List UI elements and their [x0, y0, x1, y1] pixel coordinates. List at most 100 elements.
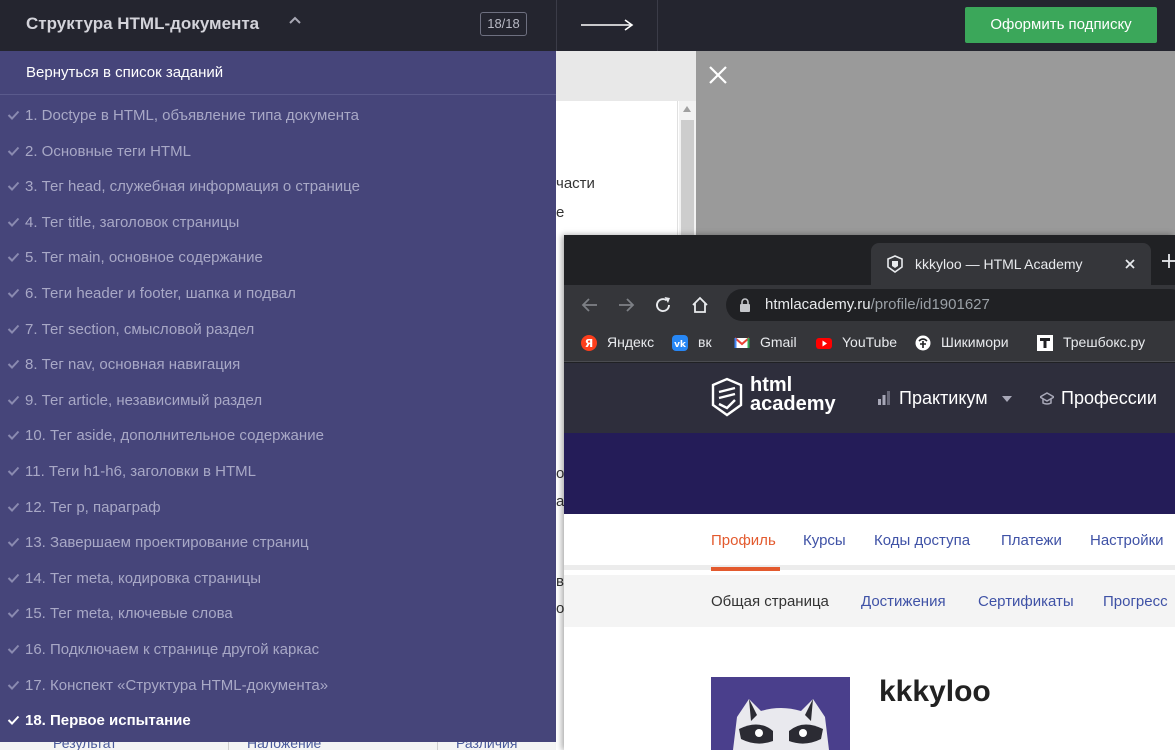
address-bar[interactable]: htmlacademy.ru/profile/id1901627 — [726, 289, 1175, 321]
tab-profile[interactable]: Профиль — [711, 532, 776, 549]
bookmark-label: Трешбокс.ру — [1063, 334, 1146, 350]
task-label: 3. Тег head, служебная информация о стра… — [25, 178, 360, 196]
back-icon[interactable] — [580, 295, 600, 315]
task-label: 1. Doctype в HTML, объявление типа докум… — [25, 107, 360, 124]
close-tab-icon[interactable] — [1123, 257, 1137, 271]
gmail-icon — [734, 337, 750, 348]
hero-banner — [564, 433, 1175, 514]
divider — [0, 94, 556, 95]
logo-line: academy — [750, 393, 836, 415]
progress-counter: 18/18 — [480, 12, 527, 36]
task-item[interactable]: 5. Тег main, основное содержание — [0, 244, 556, 274]
forward-icon[interactable] — [616, 295, 636, 315]
task-item[interactable]: 9. Тег article, независимый раздел — [0, 387, 556, 417]
subscribe-button[interactable]: Оформить подписку — [965, 7, 1157, 43]
subtab-certificates[interactable]: Сертификаты — [978, 593, 1074, 610]
scroll-up-icon[interactable] — [683, 106, 691, 112]
subtab-progress[interactable]: Прогресс — [1103, 593, 1168, 610]
bookmark-label: Gmail — [760, 334, 797, 350]
checkmark-icon — [7, 288, 20, 298]
task-item[interactable]: 18. Первое испытание — [0, 707, 556, 737]
checkmark-icon — [7, 395, 20, 405]
task-label: 2. Основные теги HTML — [25, 142, 191, 160]
checkmark-icon — [7, 502, 20, 512]
divider — [556, 0, 557, 51]
nav-professions[interactable]: Профессии — [1061, 388, 1157, 409]
profile-tabs: Профиль Курсы Коды доступа Платежи Настр… — [564, 514, 1175, 571]
subtab-achievements[interactable]: Достижения — [861, 593, 946, 610]
bookmark-label: YouTube — [842, 334, 898, 350]
close-icon[interactable] — [706, 63, 730, 87]
logo-text[interactable]: html academy — [750, 375, 836, 415]
browser-toolbar: htmlacademy.ru/profile/id1901627 — [564, 285, 1175, 325]
back-to-tasks-link[interactable]: Вернуться в список заданий — [26, 64, 223, 81]
top-bar: Структура HTML-документа 18/18 Оформить … — [0, 0, 1175, 51]
task-item[interactable]: 12. Тег p, параграф — [0, 494, 556, 524]
task-item[interactable]: 13. Завершаем проектирование страниц — [0, 529, 556, 559]
vk-icon: vk — [672, 335, 688, 351]
profile-subtabs: Общая страница Достижения Сертификаты Пр… — [564, 575, 1175, 627]
checkmark-icon — [7, 431, 20, 441]
task-label: 18. Первое испытание — [25, 712, 191, 730]
checkmark-icon — [7, 253, 20, 263]
checkmark-icon — [7, 538, 20, 548]
raccoon-avatar-icon — [733, 699, 829, 750]
bookmarks-bar: Я Яндекс vk вк Gmail YouTube Шикимори Тр… — [564, 325, 1175, 362]
lock-icon[interactable] — [739, 298, 751, 312]
checkmark-icon — [7, 146, 20, 156]
url-text: htmlacademy.ru/profile/id1901627 — [765, 296, 990, 313]
background-panel — [556, 51, 696, 101]
nav-practicum[interactable]: Практикум — [899, 388, 988, 409]
browser-window: kkkyloo — HTML Academy htmlacademy.ru/pr… — [564, 235, 1175, 750]
task-item[interactable]: 2. Основные теги HTML — [0, 138, 556, 168]
task-item[interactable]: 17. Конспект «Структура HTML-документа» — [0, 672, 556, 702]
svg-text:Я: Я — [585, 337, 593, 350]
chevron-up-icon[interactable] — [288, 14, 302, 28]
task-item[interactable]: 3. Тег head, служебная информация о стра… — [0, 173, 556, 203]
task-item[interactable]: 7. Тег section, смысловой раздел — [0, 316, 556, 346]
checkmark-icon — [7, 217, 20, 227]
tab-settings[interactable]: Настройки — [1090, 532, 1164, 549]
task-item[interactable]: 16. Подключаем к странице другой каркас — [0, 636, 556, 666]
htmlacademy-favicon-icon — [887, 255, 903, 273]
task-item[interactable]: 10. Тег aside, дополнительное содержание — [0, 422, 556, 452]
task-label: 8. Тег nav, основная навигация — [25, 356, 241, 374]
next-arrow-icon[interactable] — [579, 16, 635, 34]
background-text: в — [556, 573, 564, 590]
home-icon[interactable] — [690, 295, 710, 315]
browser-tab[interactable]: kkkyloo — HTML Academy — [871, 243, 1151, 285]
checkmark-icon — [7, 110, 20, 120]
subtab-overview[interactable]: Общая страница — [711, 593, 829, 610]
bookmark-label: вк — [698, 334, 712, 350]
task-item[interactable]: 1. Doctype в HTML, объявление типа докум… — [0, 102, 556, 132]
task-item[interactable]: 15. Тег meta, ключевые слова — [0, 600, 556, 630]
task-label: 16. Подключаем к странице другой каркас — [25, 641, 320, 658]
site-header: html academy Практикум Профессии — [564, 363, 1175, 433]
task-label: 6. Теги header и footer, шапка и подвал — [25, 285, 296, 302]
checkmark-icon — [7, 609, 20, 619]
htmlacademy-logo-icon[interactable] — [710, 377, 744, 417]
task-list-panel: Вернуться в список заданий 1. Doctype в … — [0, 51, 556, 742]
course-title[interactable]: Структура HTML-документа — [26, 14, 259, 34]
task-label: 13. Завершаем проектирование страниц — [25, 534, 309, 552]
avatar[interactable] — [711, 677, 850, 750]
youtube-icon — [816, 338, 832, 349]
task-label: 5. Тег main, основное содержание — [25, 249, 263, 267]
tab-access-codes[interactable]: Коды доступа — [874, 532, 970, 549]
task-label: 17. Конспект «Структура HTML-документа» — [25, 676, 329, 694]
shikimori-icon — [915, 335, 931, 351]
task-item[interactable]: 11. Теги h1-h6, заголовки в HTML — [0, 458, 556, 488]
reload-icon[interactable] — [653, 295, 673, 315]
checkmark-icon — [7, 644, 20, 654]
task-item[interactable]: 8. Тег nav, основная навигация — [0, 351, 556, 381]
tab-courses[interactable]: Курсы — [803, 532, 846, 549]
task-item[interactable]: 14. Тег meta, кодировка страницы — [0, 565, 556, 595]
task-item[interactable]: 4. Тег title, заголовок страницы — [0, 209, 556, 239]
caret-down-icon[interactable] — [1002, 396, 1012, 402]
task-label: 4. Тег title, заголовок страницы — [25, 213, 240, 231]
task-item[interactable]: 6. Теги header и footer, шапка и подвал — [0, 280, 556, 310]
new-tab-icon[interactable] — [1161, 253, 1175, 269]
url-path: /profile/id1901627 — [870, 296, 990, 313]
tab-payments[interactable]: Платежи — [1001, 532, 1062, 549]
checkmark-icon — [7, 324, 20, 334]
